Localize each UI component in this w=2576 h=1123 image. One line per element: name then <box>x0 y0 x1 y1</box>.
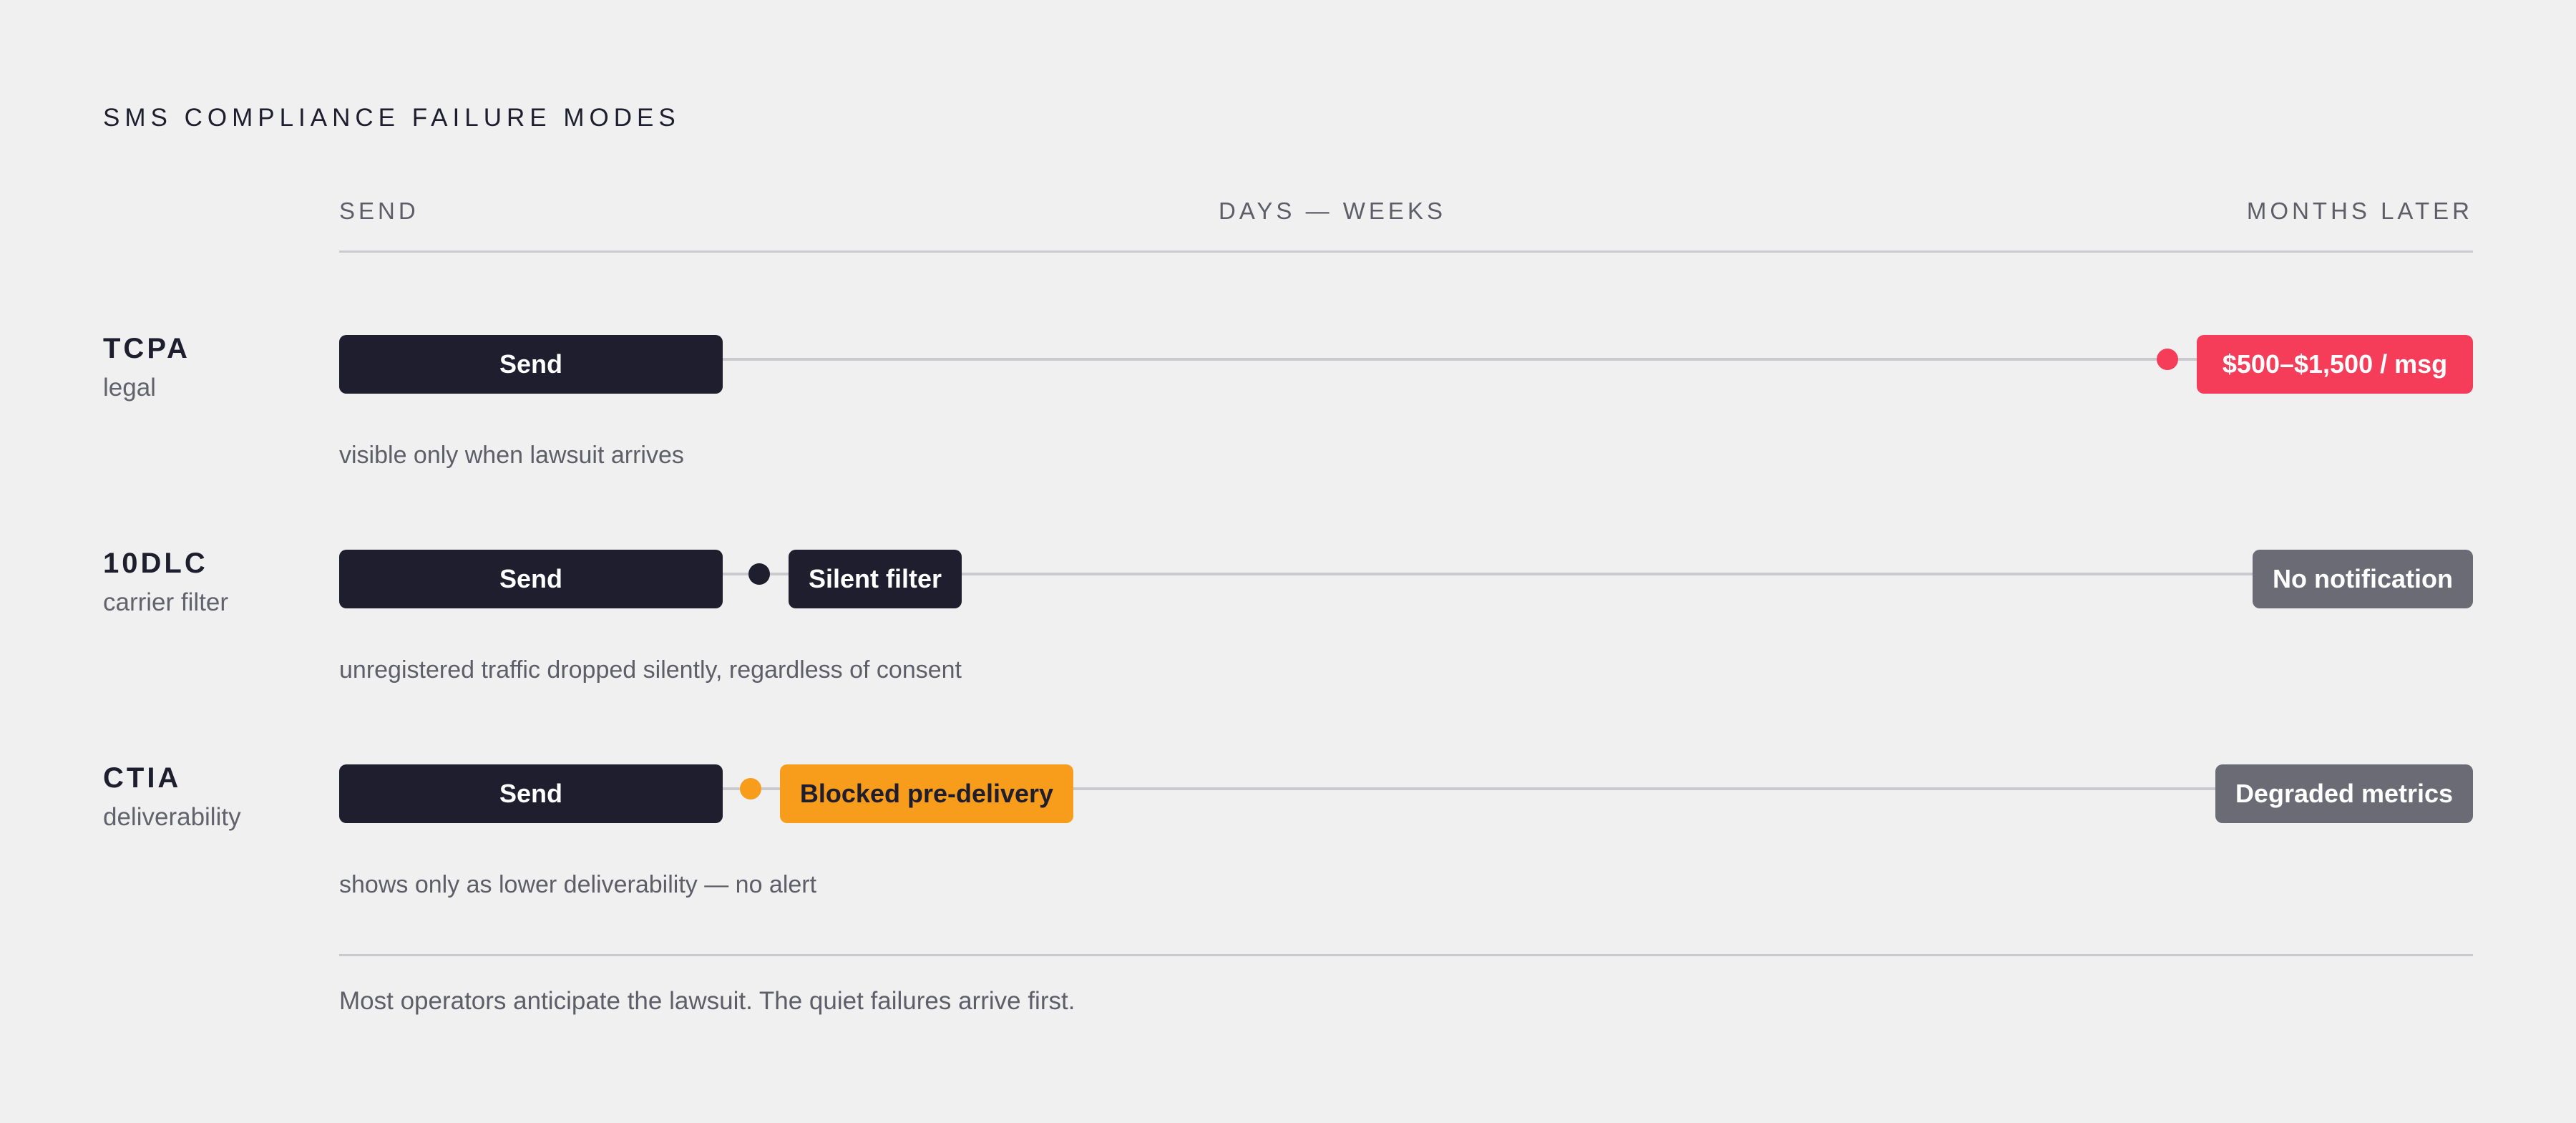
send-node: Send <box>339 550 723 608</box>
blocked-pre-delivery-node: Blocked pre-delivery <box>780 764 1073 823</box>
footer-note: Most operators anticipate the lawsuit. T… <box>339 987 1075 1015</box>
timeline-track <box>723 358 2197 361</box>
footer-divider <box>339 954 2473 956</box>
no-notification-node: No notification <box>2253 550 2473 608</box>
axis-divider <box>339 251 2473 253</box>
send-node: Send <box>339 764 723 823</box>
degraded-metrics-node: Degraded metrics <box>2215 764 2473 823</box>
axis-label-months-later: MONTHS LATER <box>2246 198 2473 224</box>
failure-marker-dot <box>748 563 770 585</box>
row-subtitle: carrier filter <box>103 588 229 616</box>
failure-marker-dot <box>740 778 761 799</box>
row-name: CTIA <box>103 762 182 794</box>
row-note: shows only as lower deliverability — no … <box>339 871 817 898</box>
row-ctia: CTIA deliverability Send Blocked pre-del… <box>0 760 2576 918</box>
axis-label-send: SEND <box>339 198 419 224</box>
failure-marker-dot <box>2157 349 2178 370</box>
row-name: TCPA <box>103 333 190 364</box>
axis-label-days-weeks: DAYS — WEEKS <box>1219 198 1446 224</box>
send-node: Send <box>339 335 723 394</box>
silent-filter-node: Silent filter <box>789 550 962 608</box>
page-title: SMS COMPLIANCE FAILURE MODES <box>103 104 680 132</box>
row-subtitle: deliverability <box>103 803 241 831</box>
row-name: 10DLC <box>103 548 208 579</box>
penalty-node: $500–$1,500 / msg <box>2197 335 2473 394</box>
row-subtitle: legal <box>103 374 156 402</box>
row-note: unregistered traffic dropped silently, r… <box>339 656 962 684</box>
row-note: visible only when lawsuit arrives <box>339 442 684 469</box>
row-tcpa: TCPA legal Send $500–$1,500 / msg visibl… <box>0 331 2576 488</box>
row-10dlc: 10DLC carrier filter Send Silent filter … <box>0 545 2576 703</box>
